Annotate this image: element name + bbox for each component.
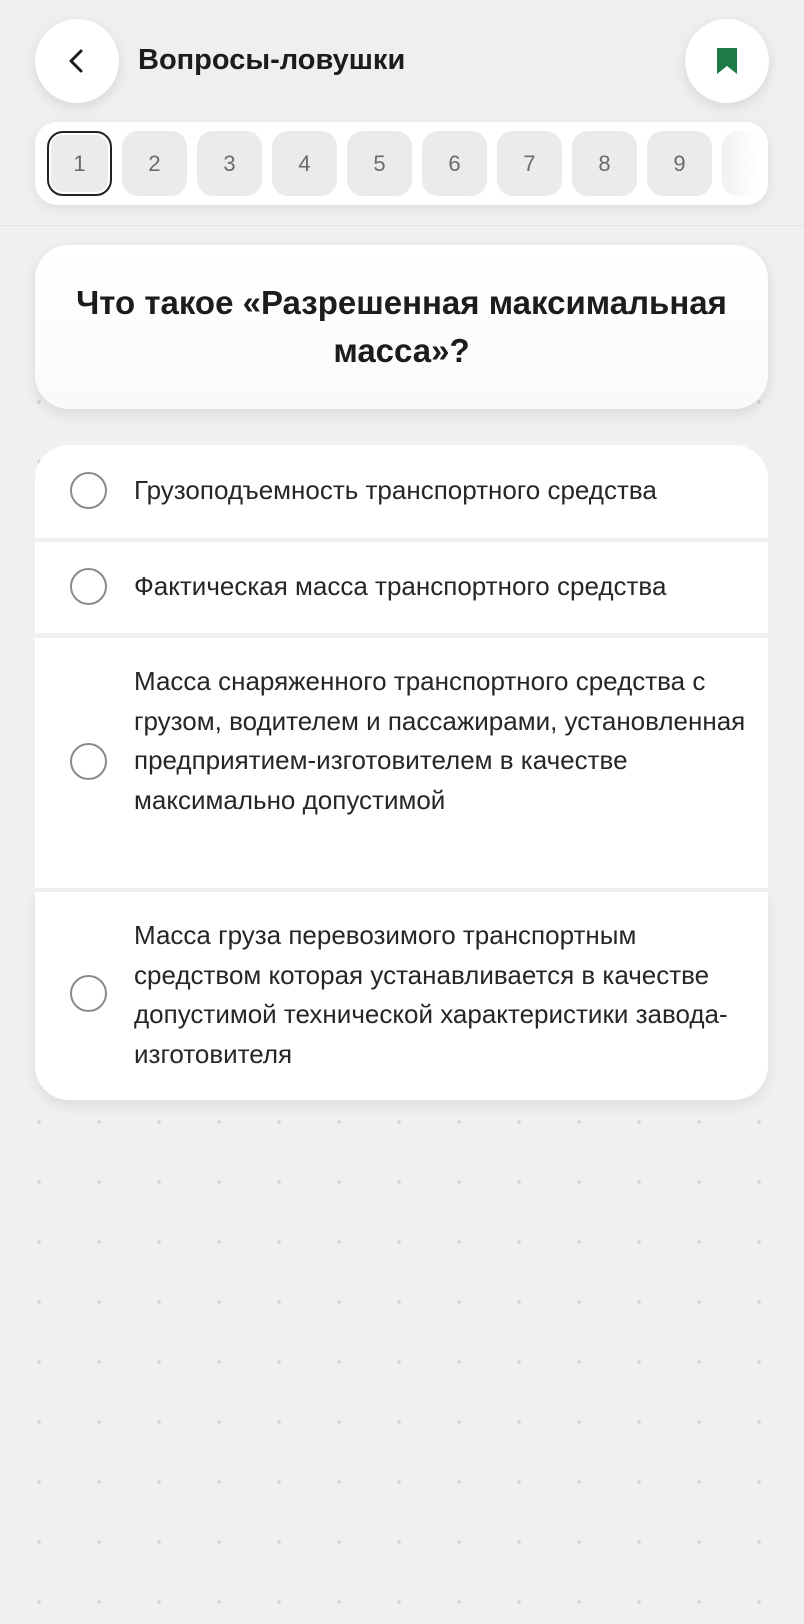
radio-icon[interactable]	[70, 743, 107, 780]
back-button[interactable]	[35, 19, 119, 103]
page-chip-8[interactable]: 8	[572, 131, 637, 196]
radio-icon[interactable]	[70, 975, 107, 1012]
page-chip-3[interactable]: 3	[197, 131, 262, 196]
question-pager: 1 2 3 4 5 6 7 8 9 1	[35, 122, 768, 205]
page-chip-4[interactable]: 4	[272, 131, 337, 196]
radio-icon[interactable]	[70, 568, 107, 605]
answer-option-4[interactable]: Масса груза перевозимого транспортным ср…	[35, 892, 768, 1100]
page-chip-9[interactable]: 9	[647, 131, 712, 196]
page-chip-7[interactable]: 7	[497, 131, 562, 196]
top-bar: Вопросы-ловушки 1 2 3 4 5 6 7 8 9 1	[0, 0, 804, 226]
question-text: Что такое «Разрешенная максимальная масс…	[76, 284, 727, 369]
page-title: Вопросы-ловушки	[138, 44, 406, 76]
radio-icon[interactable]	[70, 472, 107, 509]
answer-text: Грузоподъемность транспортного средства	[134, 475, 657, 505]
answer-text: Фактическая масса транспортного средства	[134, 571, 667, 601]
bookmark-button[interactable]	[685, 19, 769, 103]
page-chip-2[interactable]: 2	[122, 131, 187, 196]
page-chip-5[interactable]: 5	[347, 131, 412, 196]
answer-option-1[interactable]: Грузоподъемность транспортного средства	[35, 445, 768, 538]
answer-option-3[interactable]: Масса снаряженного транспортного средств…	[35, 638, 768, 888]
page-chip-6[interactable]: 6	[422, 131, 487, 196]
answer-option-2[interactable]: Фактическая масса транспортного средства	[35, 542, 768, 633]
bookmark-icon	[717, 48, 737, 74]
question-card: Что такое «Разрешенная максимальная масс…	[35, 245, 768, 409]
page-chip-10[interactable]: 1	[722, 131, 768, 196]
chevron-left-icon	[69, 49, 83, 73]
pager-strip: 1 2 3 4 5 6 7 8 9 1	[47, 131, 768, 196]
page-chip-1[interactable]: 1	[47, 131, 112, 196]
answer-text: Масса снаряженного транспортного средств…	[134, 666, 746, 815]
answer-text: Масса груза перевозимого транспортным ср…	[134, 920, 728, 1069]
